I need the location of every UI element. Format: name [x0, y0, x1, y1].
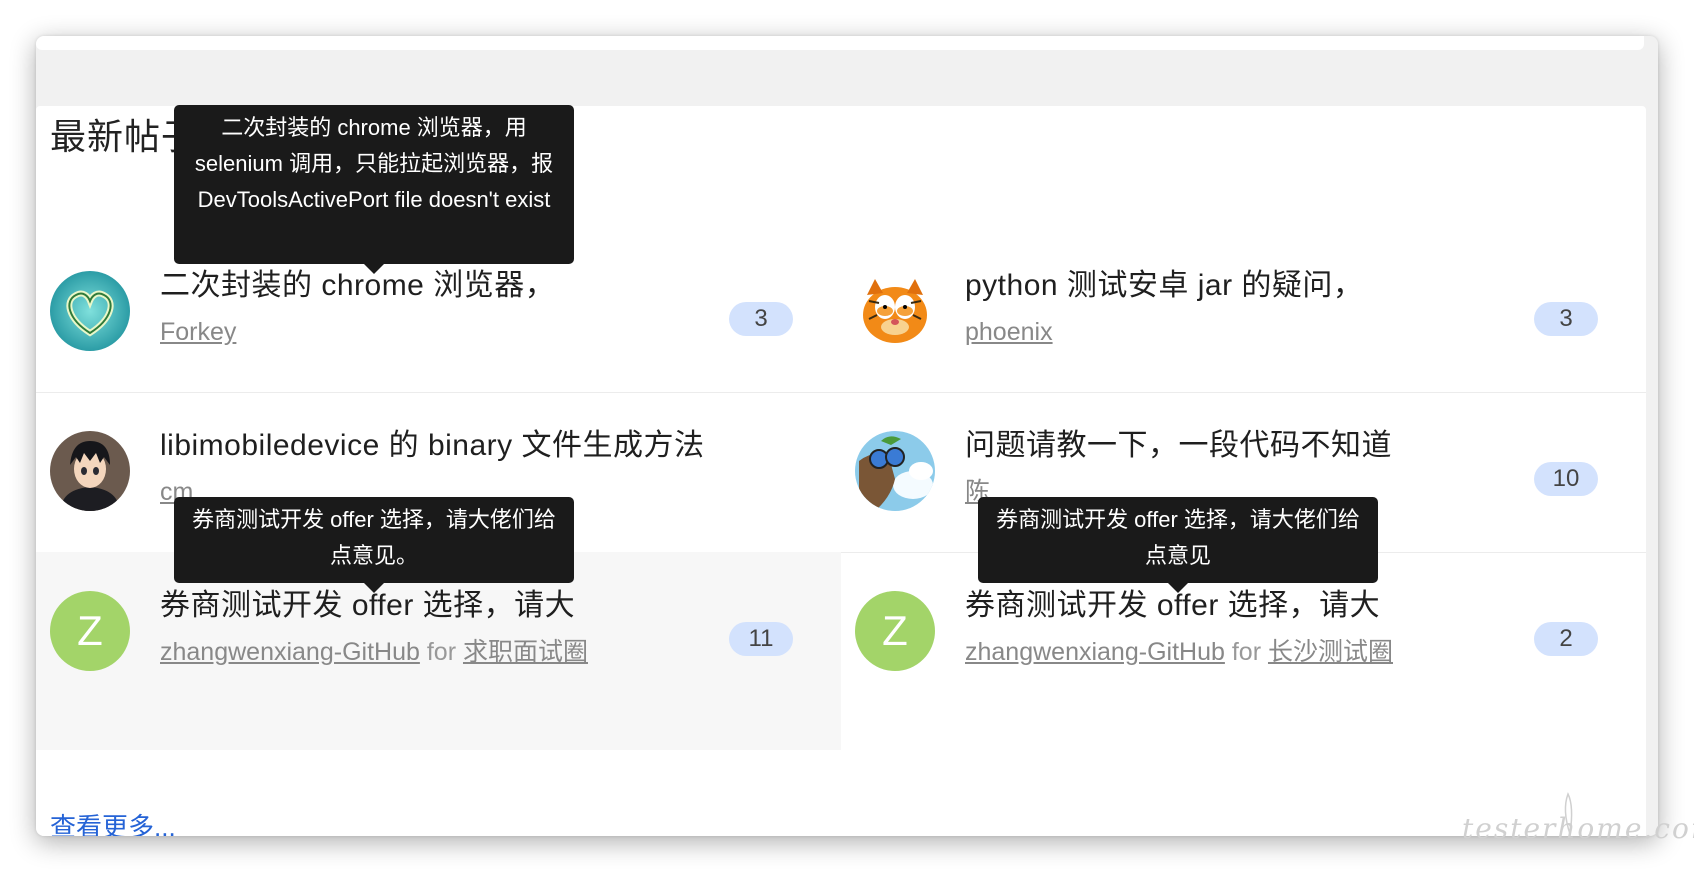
watermark-text: testerhome.com: [1462, 812, 1694, 845]
garfield-avatar[interactable]: [855, 271, 935, 351]
topic-tooltip: 券商测试开发 offer 选择，请大佬们给点意见。: [174, 497, 574, 593]
anime-boy-avatar[interactable]: [50, 431, 130, 511]
topic-title[interactable]: 问题请教一下，一段代码不知道: [965, 420, 1392, 464]
watermark-logo: testerhome.com: [1462, 792, 1694, 845]
reply-count-badge[interactable]: 3: [729, 302, 793, 336]
author-link[interactable]: zhangwenxiang-GitHub: [965, 638, 1225, 666]
letter-avatar[interactable]: Z: [855, 591, 935, 671]
topic-tooltip: 二次封装的 chrome 浏览器，用 selenium 调用，只能拉起浏览器，报…: [174, 105, 574, 274]
reply-count-badge[interactable]: 3: [1534, 302, 1598, 336]
top-strip: [36, 36, 1644, 50]
topic-meta: Forkey: [160, 313, 590, 351]
topic-tooltip: 券商测试开发 offer 选择，请大佬们给点意见: [978, 497, 1378, 593]
for-label: for: [426, 638, 457, 666]
view-more-link[interactable]: 查看更多...: [50, 807, 176, 836]
cartoon-diver-avatar[interactable]: [855, 431, 935, 511]
author-link[interactable]: zhangwenxiang-GitHub: [160, 638, 420, 666]
topic-meta: zhangwenxiang-GitHub for 求职面试圈: [160, 633, 590, 671]
for-label: for: [1231, 638, 1262, 666]
author-link[interactable]: Forkey: [160, 318, 236, 346]
reply-count-badge[interactable]: 11: [729, 622, 793, 656]
topic-title[interactable]: libimobiledevice 的 binary 文件生成方法: [160, 420, 705, 464]
reply-count-badge[interactable]: 10: [1534, 462, 1598, 496]
topic-title[interactable]: 二次封装的 chrome 浏览器，: [160, 260, 555, 304]
reply-count-badge[interactable]: 2: [1534, 622, 1598, 656]
author-link[interactable]: phoenix: [965, 318, 1053, 346]
topic-item: python 测试安卓 jar 的疑问， phoenix 3: [841, 232, 1646, 392]
topic-title[interactable]: python 测试安卓 jar 的疑问，: [965, 260, 1363, 304]
topic-meta: zhangwenxiang-GitHub for 长沙测试圈: [965, 633, 1395, 671]
node-link[interactable]: 长沙测试圈: [1268, 638, 1393, 666]
topic-meta: phoenix: [965, 313, 1395, 351]
heart-island-avatar[interactable]: [50, 271, 130, 351]
node-link[interactable]: 求职面试圈: [463, 638, 588, 666]
letter-avatar[interactable]: Z: [50, 591, 130, 671]
